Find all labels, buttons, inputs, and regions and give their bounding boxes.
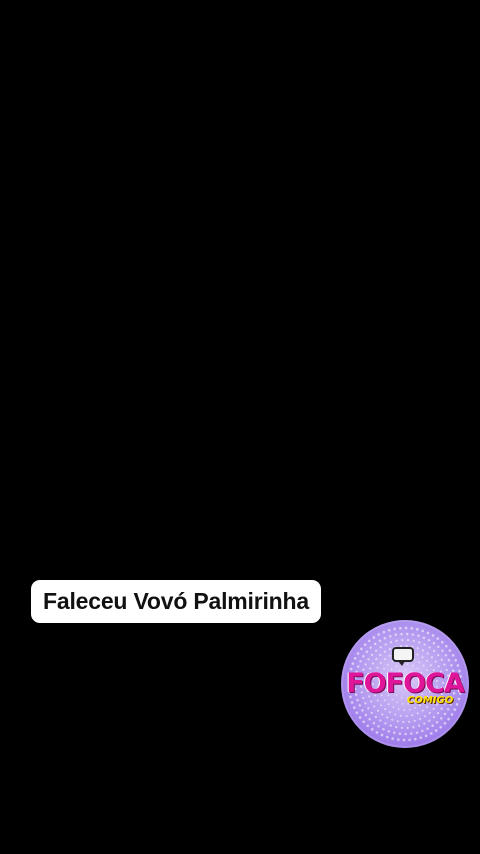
speech-bubble-icon (392, 647, 414, 666)
caption-banner: Faleceu Vovó Palmirinha (31, 580, 321, 623)
video-frame: Faleceu Vovó Palmirinha FOFOCA COMIGO (0, 0, 480, 854)
channel-logo: FOFOCA COMIGO (341, 620, 469, 748)
caption-text: Faleceu Vovó Palmirinha (43, 588, 309, 614)
logo-subtitle: COMIGO (407, 695, 454, 706)
